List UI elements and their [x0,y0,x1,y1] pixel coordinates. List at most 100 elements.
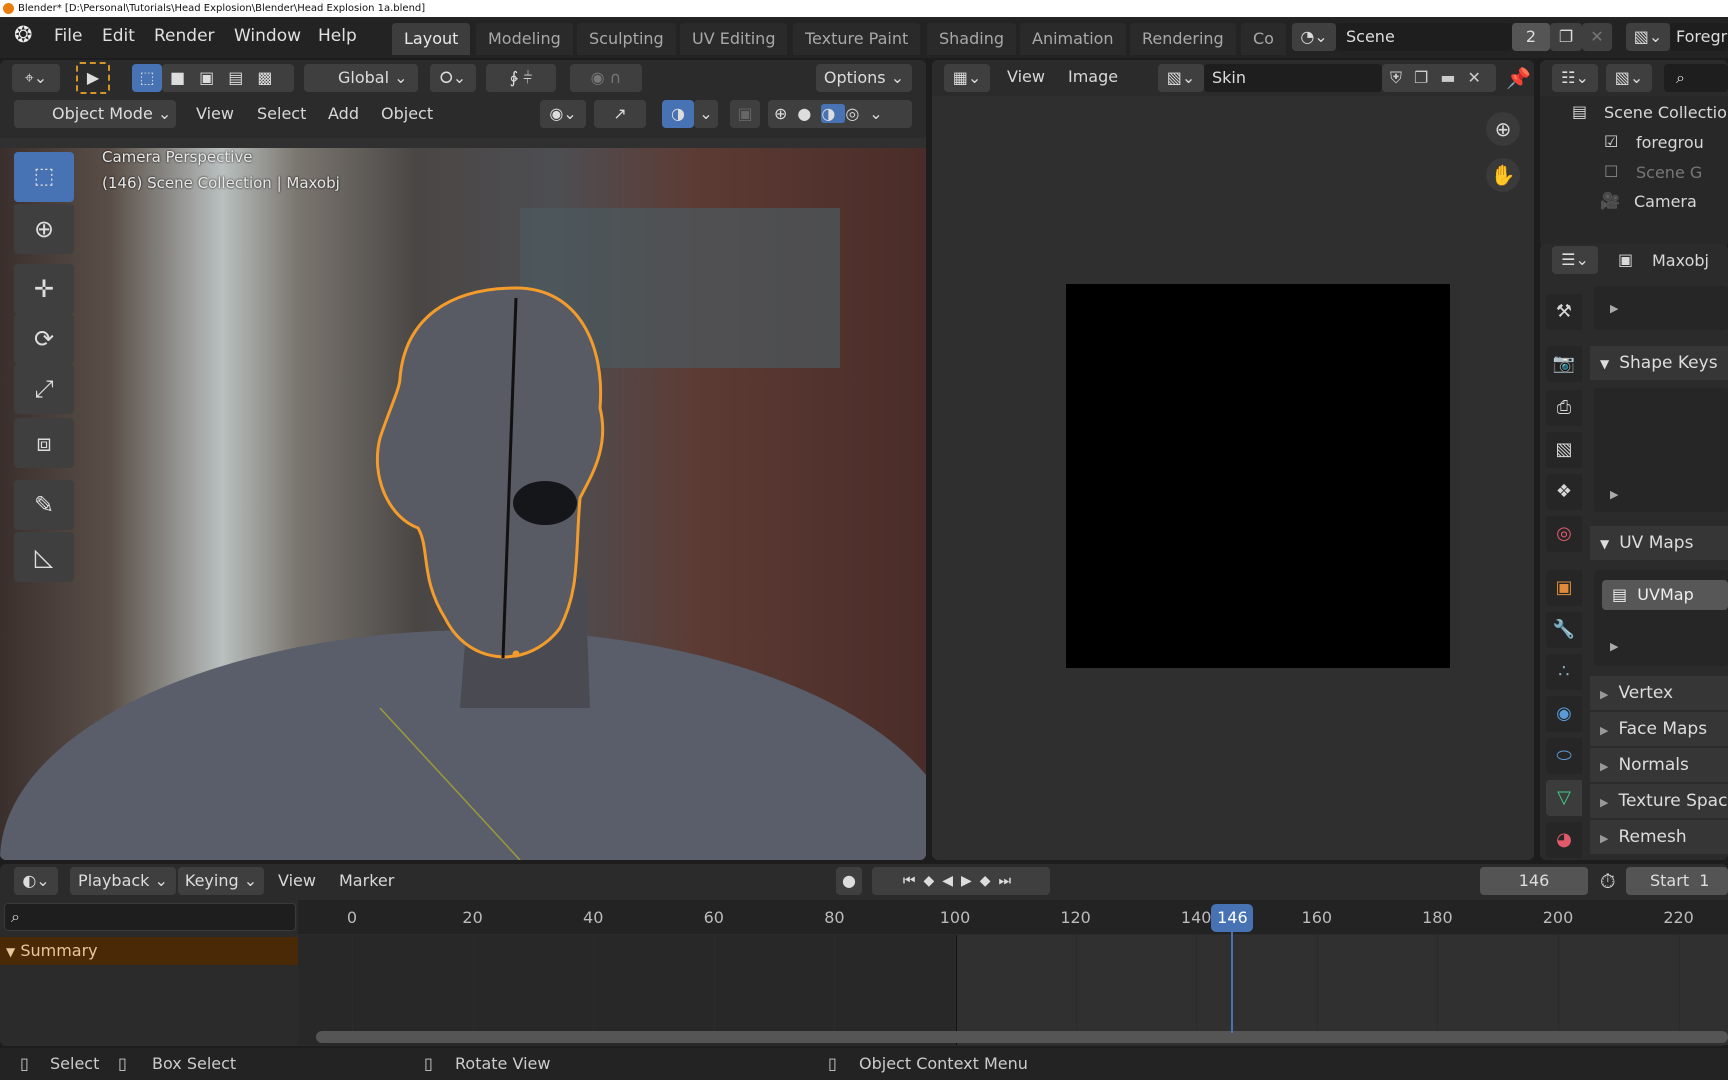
transform-tool-icon[interactable]: ⧈ [14,418,74,468]
scene-name-field[interactable]: Scene [1336,23,1512,51]
blender-logo-icon[interactable]: ❂ [14,23,32,48]
measure-tool-icon[interactable]: ◺ [14,532,74,582]
playhead-frame-label[interactable]: 146 [1211,904,1254,932]
particles-tab-icon[interactable]: ∴ [1546,654,1582,690]
tab-uv-editing[interactable]: UV Editing [680,23,788,55]
select-tool-icon[interactable]: ▶ [76,62,110,94]
options-dropdown[interactable]: Options ⌄ [816,64,912,92]
uv-maps-list[interactable]: ▤ UVMap ▶ [1594,570,1728,666]
uv-map-item[interactable]: ▤ UVMap [1602,580,1728,610]
menu-window[interactable]: Window [234,17,301,55]
move-tool-icon[interactable]: ✛ [14,264,74,314]
viewport-menu-select[interactable]: Select [257,104,306,123]
panel-uv-maps[interactable]: ▼ UV Maps [1590,526,1728,560]
cursor-tool-icon[interactable]: ⊕ [14,204,74,254]
panel-remesh[interactable]: ▶ Remesh [1590,820,1728,854]
menu-render[interactable]: Render [154,17,215,55]
render-tab-icon[interactable]: 📷 [1546,346,1582,382]
tweak-tool-icon[interactable]: ⬚ [14,152,74,202]
image-menu-view[interactable]: View [1007,67,1045,86]
display-mode-icon[interactable]: ▧⌄ [1606,64,1652,92]
select-mode-buttons[interactable]: ■▣▤▩ [162,64,294,92]
panel-shape-keys[interactable]: ▼ Shape Keys [1590,346,1728,380]
object-mode-dropdown[interactable]: Object Mode ⌄ [14,100,176,128]
outliner-item-scene-g[interactable]: Scene G [1636,163,1702,182]
snapping-icon[interactable]: ∳ ⫩ [486,64,556,92]
viewport-menu-add[interactable]: Add [328,104,359,123]
duplicate-scene-icon[interactable]: ❐ [1550,23,1582,51]
editor-type-icon[interactable]: ⌖⌄ [12,64,60,92]
tab-sculpting[interactable]: Sculpting [577,23,676,55]
menu-help[interactable]: Help [318,17,357,55]
output-tab-icon[interactable]: ⎙ [1546,390,1582,426]
tab-animation[interactable]: Animation [1020,23,1126,55]
timeline-editor-type-icon[interactable]: ◐⌄ [14,867,58,895]
tab-shading[interactable]: Shading [927,23,1016,55]
outliner-item-foreground[interactable]: foregrou [1636,133,1704,152]
visibility-icon[interactable]: ◉⌄ [540,100,586,128]
outliner-item-camera[interactable]: Camera [1634,192,1697,211]
image-actions[interactable]: ⛨❐▬✕ [1382,64,1496,92]
start-frame-field[interactable]: Start 1 [1626,867,1728,895]
record-icon[interactable]: ● [836,867,862,895]
tab-texture-paint[interactable]: Texture Paint [793,23,921,55]
outliner-type-icon[interactable]: ☷⌄ [1552,64,1598,92]
image-editor-type-icon[interactable]: ▦⌄ [944,64,990,92]
viewport-menu-view[interactable]: View [196,104,234,123]
playback-controls[interactable]: ⏮◆◀▶◆⏭ [872,867,1050,895]
panel-texture-space[interactable]: ▶ Texture Spac [1590,784,1728,818]
overlays-icon[interactable]: ◑ [662,100,694,128]
scale-tool-icon[interactable]: ⤢ [14,364,74,414]
gizmo-icon[interactable]: ↗ [594,100,646,128]
menu-edit[interactable]: Edit [102,17,135,55]
annotate-tool-icon[interactable]: ✎ [14,480,74,530]
modifier-tab-icon[interactable]: 🔧 [1546,612,1582,648]
overlays-dropdown-icon[interactable]: ⌄ [694,100,718,128]
tool-tab-icon[interactable]: ⚒ [1546,294,1582,330]
frame-ruler[interactable] [298,900,1728,934]
view-layer-field[interactable]: Foregr [1670,23,1728,51]
zoom-icon[interactable]: ⊕ [1486,112,1520,146]
panel-face-maps[interactable]: ▶ Face Maps [1590,712,1728,746]
transform-orientation-dropdown[interactable]: Global ⌄ [304,64,418,92]
tab-rendering[interactable]: Rendering [1130,23,1236,55]
checkbox-scene-g[interactable]: ☐ [1604,162,1618,181]
constraints-tab-icon[interactable]: ⬭ [1546,738,1582,774]
pan-hand-icon[interactable]: ✋ [1486,158,1520,192]
menu-file[interactable]: File [54,17,82,55]
outliner-search-icon[interactable]: ⌕ [1664,64,1728,92]
timeline-menu-marker[interactable]: Marker [339,871,394,890]
image-menu-image[interactable]: Image [1068,67,1118,86]
current-frame-field[interactable]: 146 [1480,867,1588,895]
tab-compositing[interactable]: Co [1241,23,1286,55]
pin-icon[interactable]: 📌 [1506,66,1531,90]
checkbox-foreground[interactable]: ☑ [1604,132,1618,151]
object-tab-icon[interactable]: ▣ [1546,570,1582,606]
playback-menu[interactable]: Playback ⌄ [70,867,176,895]
scene-browse-icon[interactable]: ◔⌄ [1292,23,1336,51]
image-editor[interactable]: ▦⌄ View Image ▧⌄ Skin ⛨❐▬✕ 📌 ⊕ ✋ [932,60,1534,860]
3d-viewport[interactable]: ⌖⌄ ▶ ⬚ ■▣▤▩ Global ⌄ ⭘⌄ ∳ ⫩ ◉ ∩ Options … [0,60,926,860]
xray-icon[interactable]: ▣ [730,100,760,128]
outliner[interactable]: ☷⌄ ▧⌄ ⌕ ▤ Scene Collection ☑ foregrou ☐ … [1540,60,1728,248]
delete-scene-icon[interactable]: ✕ [1582,23,1612,51]
viewport-menu-object[interactable]: Object [381,104,433,123]
rotate-tool-icon[interactable]: ⟳ [14,314,74,364]
stopwatch-icon[interactable]: ⏱ [1600,869,1616,893]
material-tab-icon[interactable]: ◕ [1546,822,1582,858]
tab-layout[interactable]: Layout [392,23,471,55]
view-layer-tab-icon[interactable]: ▧ [1546,432,1582,468]
proportional-editing-icon[interactable]: ◉ ∩ [570,64,642,92]
select-mode-new-icon[interactable]: ⬚ [132,64,162,92]
outliner-item-scene-collection[interactable]: Scene Collection [1604,103,1728,122]
channel-search-input[interactable]: ⌕ [4,903,296,931]
shading-mode-buttons[interactable]: ⊕●◑◎⌄ [768,100,912,128]
image-browse-icon[interactable]: ▧⌄ [1158,64,1204,92]
mesh-data-tab-icon[interactable]: ▽ [1546,780,1582,816]
panel-normals[interactable]: ▶ Normals [1590,748,1728,782]
timeline-scrollbar[interactable] [316,1031,1728,1043]
timeline-menu-view[interactable]: View [278,871,316,890]
tab-modeling[interactable]: Modeling [476,23,573,55]
view-layer-icon[interactable]: ▧⌄ [1626,23,1670,51]
image-name-field[interactable]: Skin [1204,64,1382,92]
